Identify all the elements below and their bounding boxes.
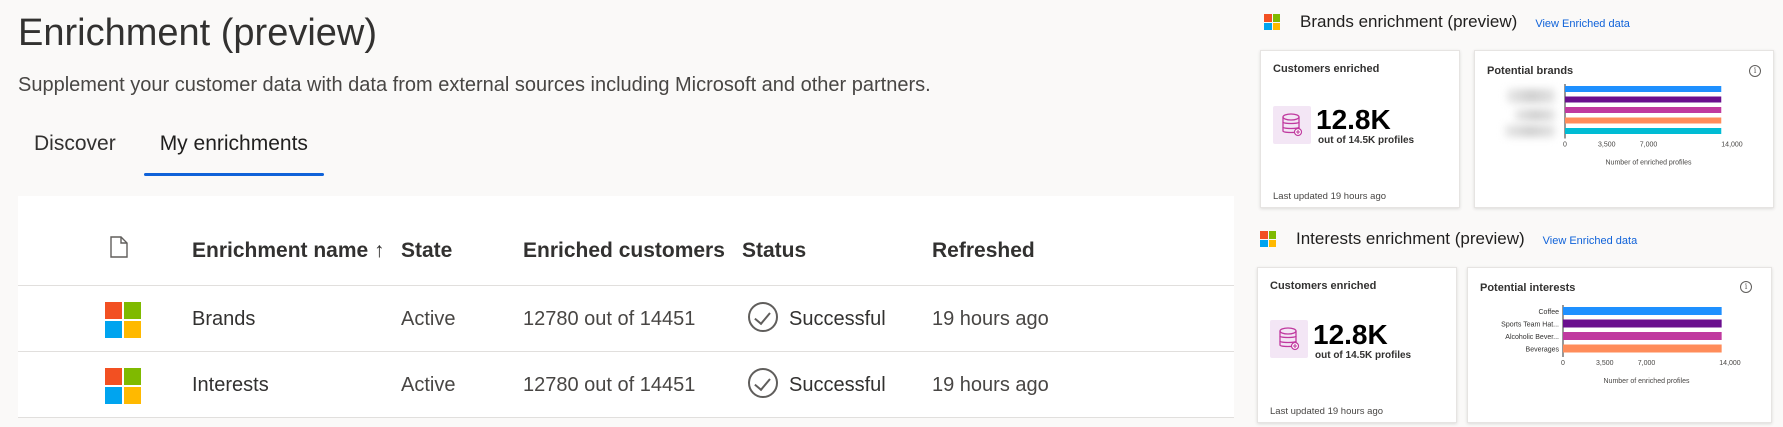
interests-panel-header: Interests enrichment (preview) View Enri… bbox=[1260, 229, 1637, 249]
tab-bar: Discover My enrichments bbox=[18, 128, 336, 176]
x-tick-label: 14,000 bbox=[1719, 360, 1741, 367]
bar bbox=[1563, 319, 1722, 328]
enrichment-state: Active bbox=[401, 374, 456, 396]
last-updated: Last updated 19 hours ago bbox=[1270, 406, 1384, 417]
category-label: Alcoholic Bever... bbox=[1505, 334, 1559, 341]
bar bbox=[1563, 344, 1722, 353]
success-check-icon bbox=[748, 302, 778, 332]
brands-bar-chart: 0 3,500 7,000 14,000 Number of enriched prof… bbox=[1563, 84, 1743, 167]
enrichment-name[interactable]: Brands bbox=[192, 307, 255, 331]
table-header: Enrichment name ↑ State Enriched custome… bbox=[18, 196, 1234, 286]
table-row[interactable]: Interests Active 12780 out of 14451 Succ… bbox=[18, 352, 1234, 418]
microsoft-logo-icon bbox=[1264, 14, 1280, 30]
last-updated: Last updated 19 hours ago bbox=[1273, 191, 1387, 202]
brands-customers-card: Customers enriched 12.8K out of 14.5K pr… bbox=[1260, 50, 1460, 208]
bar bbox=[1563, 332, 1722, 340]
tab-my-enrichments[interactable]: My enrichments bbox=[143, 128, 325, 176]
x-tick-label: 7,000 bbox=[1640, 142, 1658, 149]
x-tick-label: 0 bbox=[1563, 142, 1567, 149]
x-axis-label: Number of enriched profiles bbox=[1604, 378, 1690, 385]
card-label: Customers enriched bbox=[1273, 63, 1380, 75]
microsoft-logo-icon bbox=[105, 368, 141, 404]
enrichment-name[interactable]: Interests bbox=[192, 373, 269, 397]
microsoft-logo-icon bbox=[105, 302, 141, 338]
x-tick-label: 3,500 bbox=[1598, 142, 1616, 149]
interests-customers-card: Customers enriched 12.8K out of 14.5K pr… bbox=[1257, 267, 1457, 423]
card-label: Customers enriched bbox=[1270, 280, 1377, 292]
tab-discover[interactable]: Discover bbox=[18, 128, 132, 176]
category-label: Beverages bbox=[1526, 347, 1560, 354]
category-label: Sports Team Hat... bbox=[1501, 322, 1559, 329]
page-title: Enrichment (preview) bbox=[18, 12, 377, 54]
file-type-icon bbox=[110, 236, 128, 258]
page-description: Supplement your customer data with data … bbox=[18, 74, 931, 96]
brands-panel-title: Brands enrichment (preview) bbox=[1300, 12, 1518, 31]
bar bbox=[1565, 128, 1722, 134]
enrichment-customers: 12780 out of 14451 bbox=[523, 308, 696, 330]
enrichment-refreshed: 19 hours ago bbox=[932, 308, 1049, 330]
enrichment-refreshed: 19 hours ago bbox=[932, 374, 1049, 396]
microsoft-logo-icon bbox=[1260, 231, 1276, 247]
enrichment-state: Active bbox=[401, 308, 456, 330]
database-icon bbox=[1270, 320, 1308, 358]
x-tick-label: 0 bbox=[1561, 360, 1565, 367]
column-header-state[interactable]: State bbox=[401, 239, 452, 263]
database-icon bbox=[1273, 106, 1311, 144]
column-header-refreshed[interactable]: Refreshed bbox=[932, 239, 1035, 263]
brands-panel-header: Brands enrichment (preview) View Enriche… bbox=[1264, 12, 1630, 32]
x-tick-label: 3,500 bbox=[1596, 360, 1614, 367]
bar bbox=[1565, 96, 1722, 103]
column-header-name[interactable]: Enrichment name ↑ bbox=[192, 239, 385, 263]
customers-enriched-sub: out of 14.5K profiles bbox=[1318, 135, 1415, 146]
enrichment-status: Successful bbox=[789, 374, 886, 396]
enrichment-customers: 12780 out of 14451 bbox=[523, 374, 696, 396]
brands-view-enriched-link[interactable]: View Enriched data bbox=[1535, 18, 1630, 30]
main-content: Enrichment (preview) Supplement your cus… bbox=[0, 0, 1250, 427]
interests-panel-title: Interests enrichment (preview) bbox=[1296, 229, 1525, 248]
customers-enriched-value: 12.8K bbox=[1316, 104, 1391, 135]
interests-chart-card: Potential interests i Coffee Sports Team … bbox=[1467, 267, 1772, 423]
interests-bar-chart: Coffee Sports Team Hat... Alcoholic Bever.… bbox=[1501, 305, 1741, 385]
bar bbox=[1565, 107, 1722, 113]
customers-enriched-value: 12.8K bbox=[1313, 319, 1388, 350]
enrichment-status: Successful bbox=[789, 308, 886, 330]
category-label: Coffee bbox=[1539, 309, 1560, 316]
bar bbox=[1565, 117, 1722, 124]
x-tick-label: 7,000 bbox=[1638, 360, 1656, 367]
enrichments-table: Enrichment name ↑ State Enriched custome… bbox=[18, 196, 1234, 418]
table-row[interactable]: Brands Active 12780 out of 14451 Success… bbox=[18, 286, 1234, 352]
interests-view-enriched-link[interactable]: View Enriched data bbox=[1543, 235, 1638, 247]
bar bbox=[1563, 307, 1722, 315]
bar bbox=[1565, 86, 1722, 92]
x-axis-label: Number of enriched profiles bbox=[1606, 160, 1692, 167]
success-check-icon bbox=[748, 368, 778, 398]
column-header-enriched-customers[interactable]: Enriched customers bbox=[523, 239, 725, 263]
customers-enriched-sub: out of 14.5K profiles bbox=[1315, 350, 1412, 361]
x-tick-label: 14,000 bbox=[1721, 142, 1743, 149]
brands-chart-card: Potential brands i 0 3,500 7,000 14,000 Numb… bbox=[1474, 50, 1774, 208]
column-header-status[interactable]: Status bbox=[742, 239, 806, 263]
